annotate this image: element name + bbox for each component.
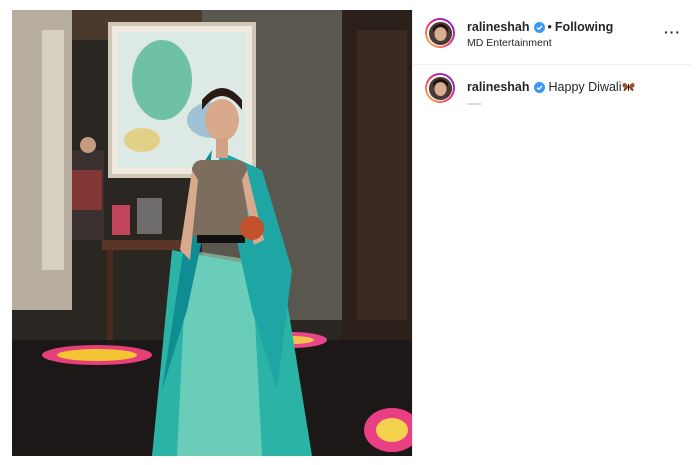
author-username[interactable]: ralineshah [467, 20, 530, 34]
avatar-image [428, 76, 452, 100]
post-location[interactable]: MD Entertainment [467, 37, 552, 49]
photo-scene [12, 10, 412, 456]
caption-row: ralineshah Happy Diwali [413, 65, 691, 111]
following-button[interactable]: Following [555, 20, 613, 34]
more-options-icon[interactable]: ··· [664, 24, 681, 40]
avatar-image [428, 21, 452, 45]
verified-badge-icon [533, 21, 545, 33]
caption-author-avatar[interactable] [425, 73, 455, 103]
verified-badge-icon [533, 81, 545, 93]
post-side-panel: ralineshah • Following MD Entertainment … [412, 10, 691, 456]
author-line: ralineshah • Following [467, 20, 613, 34]
author-avatar[interactable] [425, 18, 455, 48]
caption-body: Happy Diwali [548, 80, 622, 94]
caption-username[interactable]: ralineshah [467, 80, 530, 94]
caption-text-line: ralineshah Happy Diwali [467, 80, 636, 94]
cropped-text-fragment [467, 103, 481, 105]
butterfly-emoji-icon [622, 82, 636, 93]
post-photo[interactable] [12, 10, 412, 456]
post-header: ralineshah • Following MD Entertainment … [413, 10, 691, 65]
follow-separator: • [547, 20, 552, 34]
